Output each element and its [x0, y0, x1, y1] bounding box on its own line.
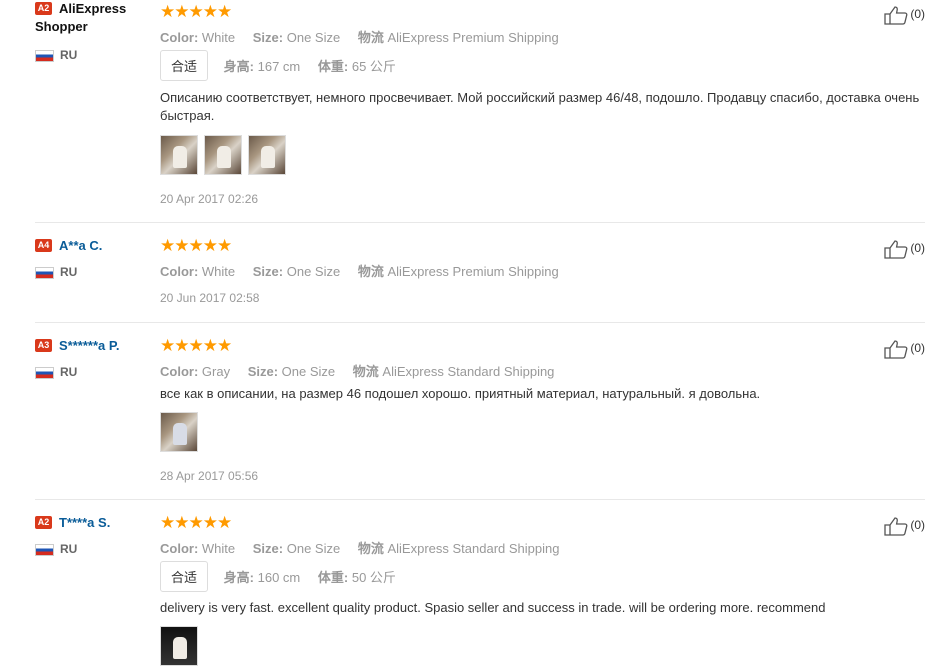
country-code: RU: [60, 48, 78, 62]
reviewer-name[interactable]: A**a C.: [59, 238, 102, 253]
size-label: Size:: [252, 264, 284, 279]
size-value: One Size: [286, 541, 341, 556]
shipping-value: AliExpress Premium Shipping: [387, 30, 559, 45]
size-label: Size:: [252, 541, 284, 556]
review-photo-thumbnail[interactable]: [160, 626, 198, 666]
rating-stars: ★★★★★: [160, 513, 232, 532]
review-photo-thumbnail[interactable]: [160, 135, 198, 175]
thumbs-up-icon: [884, 6, 908, 25]
reviewer-name[interactable]: T****a S.: [59, 515, 110, 530]
like-button[interactable]: (0): [884, 5, 925, 25]
like-count: (0): [910, 7, 925, 22]
size-value: One Size: [281, 364, 336, 379]
review-date: 20 Jun 2017 02:58: [160, 291, 260, 305]
color-value: White: [201, 264, 236, 279]
shipping-value: AliExpress Standard Shipping: [387, 541, 560, 556]
russia-flag-icon: [35, 49, 54, 62]
rating-stars: ★★★★★: [160, 236, 232, 255]
size-value: One Size: [286, 30, 341, 45]
review-photos: [160, 626, 204, 671]
weight-label: 体重:: [317, 59, 349, 74]
order-attributes: Color: White Size: One Size 物流 AliExpres…: [160, 261, 573, 280]
rating-stars: ★★★★★: [160, 2, 232, 21]
russia-flag-icon: [35, 366, 54, 379]
fit-tag: 合适: [160, 50, 209, 81]
shipping-value: AliExpress Standard Shipping: [382, 364, 555, 379]
color-label: Color:: [160, 264, 199, 279]
review-photos: [160, 135, 292, 180]
like-count: (0): [910, 241, 925, 256]
reviewer-country: RU: [35, 542, 77, 556]
country-code: RU: [60, 542, 78, 556]
color-label: Color:: [160, 541, 199, 556]
level-badge: A2: [35, 516, 52, 529]
fit-info: 合适 身高: 167 cm 体重: 65 公斤: [160, 50, 410, 81]
review-text: все как в описании, на размер 46 подошел…: [160, 386, 761, 401]
reviewer-name[interactable]: S******a P.: [59, 338, 119, 353]
reviewer: A3 S******a P.: [35, 337, 160, 355]
review-photo-thumbnail[interactable]: [204, 135, 242, 175]
review-photo-thumbnail[interactable]: [160, 412, 198, 452]
thumbs-up-icon: [884, 340, 908, 359]
color-value: White: [201, 30, 236, 45]
review-item: A3 S******a P. RU ★★★★★ Color: Gray Size:…: [35, 322, 925, 500]
russia-flag-icon: [35, 266, 54, 279]
fit-info: 合适 身高: 160 cm 体重: 50 公斤: [160, 561, 410, 592]
shipping-label: 物流: [357, 541, 384, 556]
height-value: 160 cm: [257, 570, 301, 585]
like-count: (0): [910, 518, 925, 533]
shipping-value: AliExpress Premium Shipping: [387, 264, 559, 279]
rating-stars: ★★★★★: [160, 336, 232, 355]
reviewer: A2 T****a S.: [35, 514, 160, 532]
like-button[interactable]: (0): [884, 339, 925, 359]
weight-label: 体重:: [317, 570, 349, 585]
like-button[interactable]: (0): [884, 239, 925, 259]
shipping-label: 物流: [357, 264, 384, 279]
shipping-label: 物流: [352, 364, 379, 379]
level-badge: A3: [35, 339, 52, 352]
size-value: One Size: [286, 264, 341, 279]
like-button[interactable]: (0): [884, 516, 925, 536]
color-label: Color:: [160, 364, 199, 379]
russia-flag-icon: [35, 543, 54, 556]
country-code: RU: [60, 265, 78, 279]
thumbs-up-icon: [884, 240, 908, 259]
level-badge: A2: [35, 2, 52, 15]
review-item: A2 AliExpress Shopper RU ★★★★★ Color: Whi…: [35, 0, 925, 222]
review-date: 20 Apr 2017 02:26: [160, 192, 259, 206]
review-item: A2 T****a S. RU ★★★★★ Color: White Size: …: [35, 499, 925, 666]
review-text: delivery is very fast. excellent quality…: [160, 600, 826, 615]
level-badge: A4: [35, 239, 52, 252]
height-label: 身高:: [223, 59, 254, 74]
reviewer-country: RU: [35, 48, 77, 62]
review-photo-thumbnail[interactable]: [248, 135, 286, 175]
size-label: Size:: [252, 30, 284, 45]
order-attributes: Color: White Size: One Size 物流 AliExpres…: [160, 27, 573, 46]
order-attributes: Color: Gray Size: One Size 物流 AliExpress…: [160, 361, 568, 380]
fit-tag: 合适: [160, 561, 209, 592]
review-item: A4 A**a C. RU ★★★★★ Color: White Size: On…: [35, 222, 925, 323]
color-value: White: [201, 541, 236, 556]
size-label: Size:: [247, 364, 279, 379]
reviewer: A2 AliExpress Shopper: [35, 0, 160, 36]
reviewer: A4 A**a C.: [35, 237, 160, 255]
country-code: RU: [60, 365, 78, 379]
weight-value: 65 公斤: [351, 59, 396, 74]
like-count: (0): [910, 341, 925, 356]
review-date: 28 Apr 2017 05:56: [160, 469, 259, 483]
height-label: 身高:: [223, 570, 254, 585]
color-label: Color:: [160, 30, 199, 45]
reviewer-country: RU: [35, 265, 77, 279]
order-attributes: Color: White Size: One Size 物流 AliExpres…: [160, 538, 573, 557]
weight-value: 50 公斤: [351, 570, 396, 585]
reviewer-country: RU: [35, 365, 77, 379]
height-value: 167 cm: [257, 59, 301, 74]
shipping-label: 物流: [357, 30, 384, 45]
review-photos: [160, 412, 204, 457]
review-text: Описанию соответствует, немного просвечи…: [160, 90, 920, 123]
thumbs-up-icon: [884, 517, 908, 536]
color-value: Gray: [201, 364, 231, 379]
